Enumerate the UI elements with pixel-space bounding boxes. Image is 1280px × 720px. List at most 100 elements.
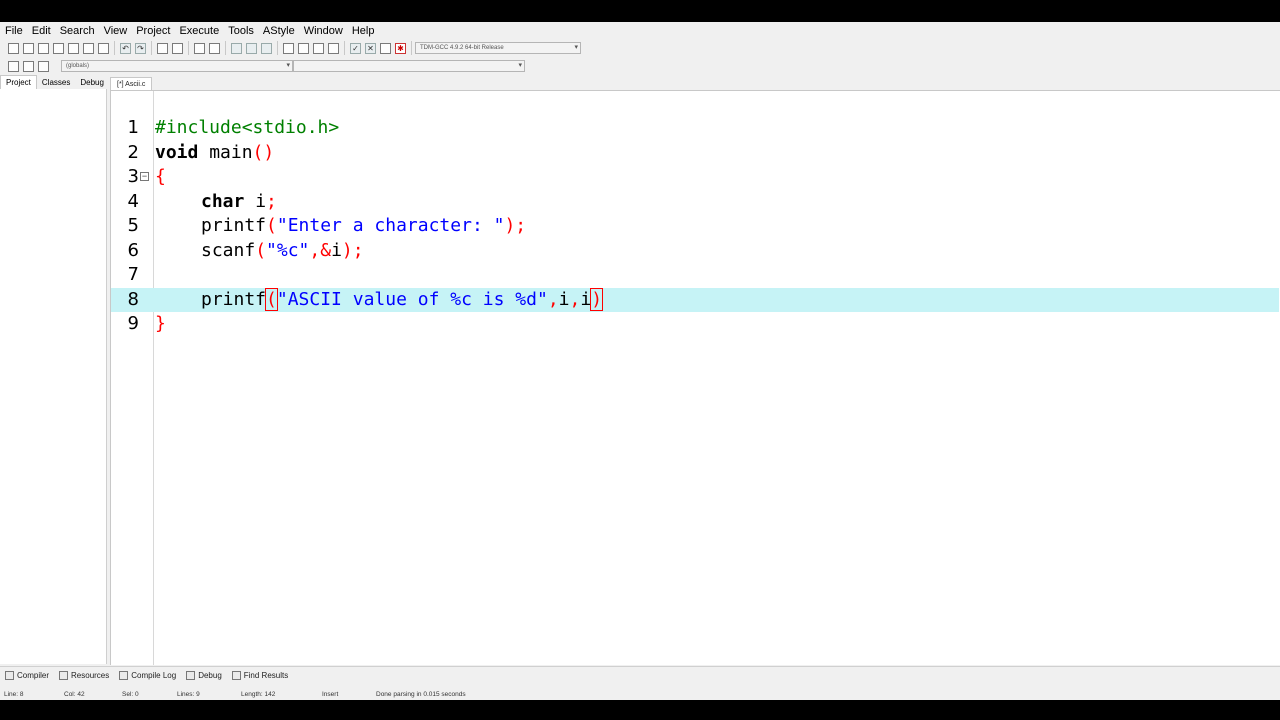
- print-icon[interactable]: [98, 42, 109, 54]
- menu-bar: File Edit Search View Project Execute To…: [0, 22, 1280, 39]
- redo-icon[interactable]: ↷: [135, 42, 146, 54]
- menu-tools[interactable]: Tools: [223, 25, 258, 37]
- code-text: }: [155, 313, 166, 334]
- menu-search[interactable]: Search: [55, 25, 99, 37]
- code-line: 6 scanf("%c",&i);: [111, 239, 1279, 264]
- close-file-icon[interactable]: [68, 42, 79, 54]
- compiler-select-value: TDM-GCC 4.9.2 64-bit Release: [420, 45, 504, 51]
- code-editor[interactable]: 1 #include<stdio.h> 2 void main() 3 − { …: [110, 90, 1280, 665]
- tab-project[interactable]: Project: [0, 75, 37, 89]
- menu-help[interactable]: Help: [347, 25, 379, 37]
- open-file-icon[interactable]: [23, 42, 34, 54]
- tab-find-results[interactable]: Find Results: [227, 670, 293, 680]
- line-number: 9: [127, 313, 139, 334]
- code-line: 4 char i;: [111, 190, 1279, 215]
- menu-view[interactable]: View: [99, 25, 132, 37]
- code-text: {: [155, 166, 166, 187]
- status-mode: Insert: [322, 690, 339, 698]
- main-toolbar: ↶ ↷ ✓ ✕ ✱ TDM-GCC 4.9.2 64-bit Release ▾: [0, 39, 1280, 57]
- chevron-down-icon: ▾: [574, 44, 578, 51]
- tab-label: Debug: [198, 670, 222, 680]
- forward-icon[interactable]: [246, 42, 257, 54]
- code-text: printf("ASCII value of %c is %d",i,i): [201, 287, 604, 311]
- goto-icon[interactable]: [261, 42, 272, 54]
- status-bar: Line: 8 Col: 42 Sel: 0 Lines: 9 Length: …: [0, 688, 1280, 700]
- line-number: 8: [127, 288, 139, 310]
- code-text: printf("Enter a character: ");: [201, 215, 527, 236]
- back-icon[interactable]: [231, 42, 242, 54]
- tab-label: Find Results: [243, 670, 289, 680]
- tab-label: Resources: [71, 670, 110, 680]
- code-text: scanf("%c",&i);: [201, 239, 364, 261]
- ide-window: File Edit Search View Project Execute To…: [0, 22, 1280, 700]
- compiler-select[interactable]: TDM-GCC 4.9.2 64-bit Release ▾: [415, 42, 581, 54]
- status-lines: Lines: 9: [177, 690, 200, 698]
- new-project-icon[interactable]: [283, 42, 294, 54]
- chevron-down-icon: ▾: [518, 62, 522, 69]
- bottom-panel-tabs: Compiler Resources Compile Log Debug Fin…: [0, 666, 1280, 683]
- debug-check-icon: [186, 670, 196, 680]
- replace-icon[interactable]: [172, 42, 183, 54]
- status-message: Done parsing in 0.015 seconds: [376, 690, 466, 698]
- menu-window[interactable]: Window: [299, 25, 347, 37]
- menu-project[interactable]: Project: [131, 25, 174, 37]
- project-panel[interactable]: [0, 89, 107, 664]
- compiler-icon: [5, 670, 14, 680]
- toggle-bookmark-icon[interactable]: [23, 60, 34, 72]
- left-panel-tabs: Project Classes Debug: [0, 75, 109, 89]
- code-line: 5 printf("Enter a character: ");: [111, 214, 1279, 239]
- code-line: 1 #include<stdio.h>: [111, 116, 1279, 141]
- fold-collapse-icon[interactable]: −: [140, 172, 149, 181]
- tile-icon[interactable]: [313, 42, 324, 54]
- menu-edit[interactable]: Edit: [27, 25, 55, 37]
- menu-file[interactable]: File: [0, 25, 27, 37]
- menu-astyle[interactable]: AStyle: [258, 25, 299, 37]
- save-all-icon[interactable]: [53, 42, 64, 54]
- line-number: 2: [127, 141, 139, 163]
- debug-icon[interactable]: ✱: [395, 42, 406, 54]
- tab-classes[interactable]: Classes: [37, 76, 75, 89]
- undo-icon[interactable]: ↶: [120, 42, 131, 54]
- tab-compiler[interactable]: Compiler: [0, 670, 54, 680]
- line-number: 6: [127, 239, 139, 261]
- line-number: 7: [127, 264, 139, 285]
- find-results-icon: [231, 670, 241, 680]
- status-col: Col: 42: [64, 690, 85, 698]
- line-number: 1: [127, 117, 139, 138]
- profile-icon[interactable]: [380, 42, 391, 54]
- class-scope-value: (globals): [66, 63, 90, 69]
- check-syntax-icon[interactable]: ✓: [350, 42, 361, 54]
- class-scope-select[interactable]: (globals) ▾: [61, 60, 293, 72]
- compile-log-icon: [119, 670, 129, 680]
- tab-debug-output[interactable]: Debug: [181, 670, 227, 680]
- code-line: 7: [111, 263, 1279, 288]
- grid-icon[interactable]: [328, 42, 339, 54]
- editor-tab-ascii[interactable]: [*] Ascii.c: [110, 77, 153, 91]
- menu-execute[interactable]: Execute: [174, 25, 223, 37]
- new-file-icon[interactable]: [8, 42, 19, 54]
- window-icon[interactable]: [298, 42, 309, 54]
- secondary-toolbar: (globals) ▾ ▾: [0, 57, 1280, 75]
- line-number: 5: [127, 215, 139, 236]
- find-icon[interactable]: [157, 42, 168, 54]
- chevron-down-icon: ▾: [286, 62, 290, 69]
- code-line: 9 }: [111, 312, 1279, 337]
- line-number: 3: [127, 166, 139, 187]
- save-icon[interactable]: [38, 42, 49, 54]
- unindent-icon[interactable]: [209, 42, 220, 54]
- function-scope-select[interactable]: ▾: [293, 60, 525, 72]
- tab-debug[interactable]: Debug: [75, 76, 109, 89]
- code-line: 2 void main(): [111, 141, 1279, 166]
- insert-icon[interactable]: [8, 60, 19, 72]
- stop-icon[interactable]: ✕: [365, 42, 376, 54]
- close-all-icon[interactable]: [83, 42, 94, 54]
- tab-compile-log[interactable]: Compile Log: [114, 670, 181, 680]
- indent-icon[interactable]: [194, 42, 205, 54]
- tab-resources[interactable]: Resources: [54, 670, 114, 680]
- code-text: #include<stdio.h>: [155, 117, 340, 138]
- code-text: char i;: [201, 190, 277, 212]
- goto-bookmark-icon[interactable]: [38, 60, 49, 72]
- code-text: void main(): [155, 141, 275, 163]
- resources-icon: [59, 670, 69, 680]
- status-length: Length: 142: [241, 690, 276, 698]
